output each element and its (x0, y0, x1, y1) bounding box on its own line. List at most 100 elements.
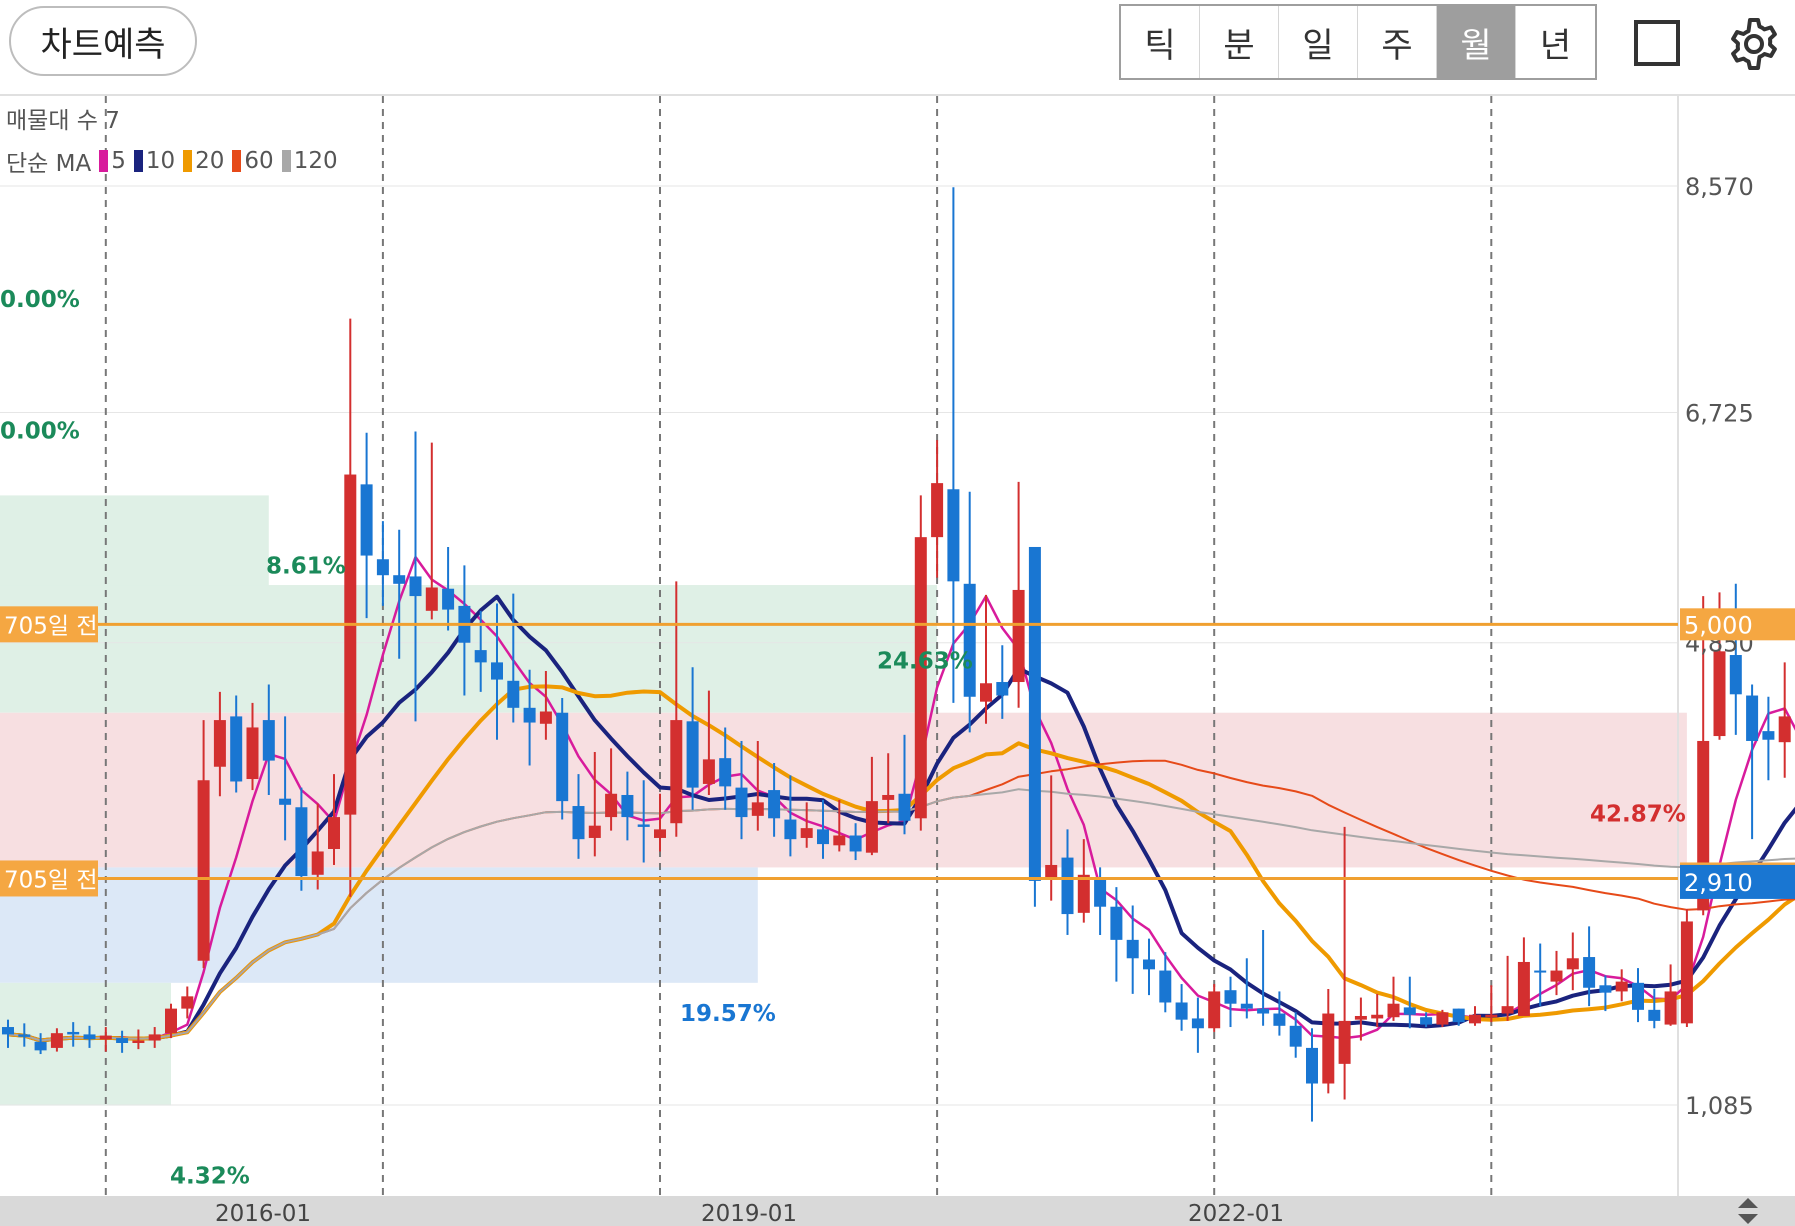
line-label-0: 705일 전 (4, 613, 98, 639)
candle-body (751, 802, 764, 816)
price-tick-1: 6,725 (1685, 400, 1754, 428)
candle-body (2, 1027, 14, 1035)
candle-body (116, 1038, 129, 1043)
candle-body (1599, 985, 1612, 993)
volume-zone-3 (0, 867, 758, 983)
candle-body (409, 576, 422, 597)
candle-body (996, 682, 1009, 696)
candle-body (1208, 991, 1221, 1029)
candle-body (246, 727, 259, 780)
candle-body (865, 801, 878, 853)
tab-year[interactable]: 년 (1516, 6, 1595, 78)
ma120-swatch (281, 150, 291, 172)
candle-body (539, 711, 552, 724)
ma60-swatch (232, 150, 242, 172)
candle-body (1664, 991, 1677, 1025)
candle-body (491, 662, 503, 680)
volume-zone-4 (0, 982, 171, 1106)
candle-57 (931, 440, 944, 578)
candle-10 (165, 1003, 177, 1039)
candlestick-chart[interactable]: 705일 전 705일 전 8.61% 24.63% 42.87% 19.57% 4.32… (0, 96, 1795, 1226)
period-tabs: 틱 분 일 주 월 년 (1119, 4, 1597, 80)
candle-body (262, 720, 275, 761)
tab-day[interactable]: 일 (1279, 6, 1358, 78)
candle-body (1403, 1007, 1416, 1015)
resistance-price-label: 5,000 (1684, 611, 1753, 639)
candle-61 (996, 645, 1009, 719)
tab-minute[interactable]: 분 (1200, 6, 1279, 78)
candle-body (833, 835, 846, 846)
candle-body (1762, 731, 1775, 740)
candle-body (132, 1040, 145, 1043)
tab-month[interactable]: 월 (1437, 6, 1516, 78)
candle-body (295, 807, 308, 877)
candle-body (1273, 1013, 1286, 1026)
tab-tick[interactable]: 틱 (1121, 6, 1200, 78)
candle-84 (1371, 993, 1384, 1028)
fullscreen-square-icon[interactable] (1634, 20, 1680, 66)
candle-body (344, 474, 357, 815)
candle-body (328, 817, 340, 850)
candle-77 (1257, 930, 1270, 1026)
time-tick-2: 2022-01 (1188, 1201, 1284, 1226)
time-tick-1: 2019-01 (701, 1201, 797, 1226)
candle-body (1028, 546, 1041, 881)
candle-body (637, 824, 650, 827)
ma60-label: 60 (244, 148, 274, 174)
candle-body (735, 787, 748, 818)
candle-109 (1778, 662, 1791, 778)
candle-100 (1632, 968, 1644, 1023)
candle-106 (1729, 583, 1742, 735)
candle-body (474, 650, 487, 663)
candle-body (849, 835, 862, 852)
candle-90 (1469, 1006, 1481, 1026)
top-toolbar: 차트예측 틱 분 일 주 월 년 (0, 0, 1795, 96)
ma5-swatch (99, 150, 109, 172)
candle-body (148, 1034, 161, 1041)
candle-21 (344, 318, 357, 897)
moving-average-legend: 단순 MA 5 10 20 60 120 (6, 144, 338, 178)
candle-body (1191, 1018, 1204, 1029)
candle-body (1094, 877, 1107, 907)
candle-96 (1566, 932, 1579, 991)
candle-body (507, 680, 520, 708)
candle-102 (1664, 964, 1677, 1026)
scroll-updown-icon[interactable] (1734, 1196, 1762, 1226)
candle-body (393, 575, 406, 584)
candle-body (279, 798, 292, 805)
gear-icon[interactable] (1726, 16, 1782, 72)
candle-body (1143, 959, 1155, 970)
tab-week[interactable]: 주 (1358, 6, 1437, 78)
candle-70 (1143, 938, 1155, 996)
candle-body (1257, 1008, 1270, 1014)
ma10-label: 10 (145, 148, 176, 174)
candle-body (605, 793, 618, 818)
candle-body (654, 829, 666, 838)
chart-predict-button[interactable]: 차트예측 (9, 6, 197, 76)
current-price-label: 2,910 (1684, 869, 1753, 897)
candle-72 (1175, 984, 1188, 1031)
candle-body (914, 537, 927, 819)
candle-body (1550, 970, 1563, 982)
candle-body (686, 721, 699, 788)
candle-103 (1680, 909, 1693, 1028)
candle-body (898, 793, 911, 821)
candle-body (817, 829, 829, 845)
ma20-label: 20 (195, 148, 225, 174)
candle-74 (1208, 984, 1221, 1032)
ma20-swatch (183, 150, 193, 172)
candle-body (882, 794, 895, 800)
candle-99 (1615, 969, 1628, 1002)
time-tick-0: 2016-01 (215, 1201, 311, 1226)
candle-body (34, 1041, 47, 1051)
candle-body (165, 1008, 177, 1034)
candle-68 (1110, 887, 1123, 982)
ma-legend-prefix: 단순 MA (6, 151, 92, 177)
candle-73 (1191, 997, 1204, 1053)
candle-body (572, 806, 585, 840)
candle-body (1322, 1013, 1335, 1084)
candle-63 (1028, 546, 1041, 907)
candle-body (588, 825, 601, 838)
candle-81 (1322, 988, 1335, 1094)
time-axis: 2016-01 2019-01 2022-01 (0, 1196, 1795, 1226)
